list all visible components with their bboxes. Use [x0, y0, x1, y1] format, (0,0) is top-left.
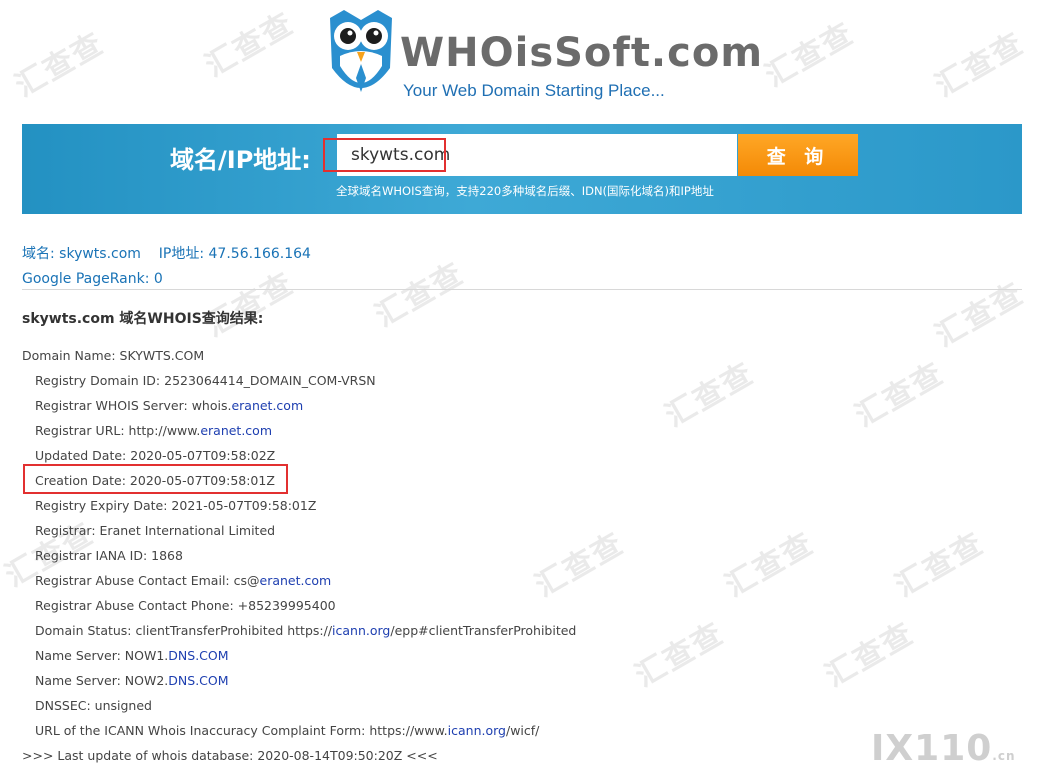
search-button[interactable]: 查 询	[738, 134, 858, 176]
watermark: 汇查查	[199, 5, 301, 85]
whois-line: Registrar WHOIS Server: whois.eranet.com	[22, 393, 576, 418]
whois-text: URL of the ICANN Whois Inaccuracy Compla…	[35, 723, 448, 738]
whois-line: URL of the ICANN Whois Inaccuracy Compla…	[22, 718, 576, 743]
result-title: skywts.com 域名WHOIS查询结果:	[22, 311, 264, 327]
whois-line: Domain Name: SKYWTS.COM	[22, 348, 205, 363]
whois-line: Name Server: NOW1.DNS.COM	[22, 643, 576, 668]
ip-key: IP地址:	[158, 246, 205, 262]
whois-line: Registrar Abuse Contact Email: cs@eranet…	[22, 568, 576, 593]
whois-line: Domain Status: clientTransferProhibited …	[22, 618, 576, 643]
footer-logo: IX110.cn	[871, 728, 1016, 769]
whois-line: Registrar: Eranet International Limited	[35, 523, 276, 538]
owl-logo-icon	[330, 10, 392, 92]
domain-summary: 域名: skywts.com IP地址: 47.56.166.164 Googl…	[22, 242, 311, 292]
logo-tagline: Your Web Domain Starting Place...	[403, 81, 665, 100]
site-logo[interactable]: WHOisSoft.com Your Web Domain Starting P…	[326, 8, 762, 108]
whois-line: Registry Domain ID: 2523064414_DOMAIN_CO…	[35, 373, 376, 388]
logo-title: WHOisSoft.com	[400, 30, 763, 76]
whois-line: Name Server: NOW2.DNS.COM	[22, 668, 576, 693]
whois-link[interactable]: eranet.com	[260, 573, 332, 588]
search-label: 域名/IP地址:	[170, 146, 311, 174]
watermark: 汇查查	[759, 15, 861, 95]
ip-link[interactable]: 47.56.166.164	[209, 246, 311, 262]
whois-line: Updated Date: 2020-05-07T09:58:02Z	[35, 448, 276, 463]
whois-text: Registrar WHOIS Server: whois.	[35, 398, 232, 413]
domain-key: 域名:	[22, 246, 55, 262]
watermark: 汇查查	[659, 355, 761, 435]
footer-logo-main: IX110	[871, 728, 993, 769]
whois-text: Domain Status: clientTransferProhibited …	[35, 623, 333, 638]
whois-link[interactable]: icann.org	[332, 623, 390, 638]
whois-text: Registrar Abuse Contact Email: cs@	[35, 573, 260, 588]
whois-link[interactable]: DNS.COM	[168, 673, 228, 688]
watermark: 汇查查	[369, 255, 471, 335]
whois-line: DNSSEC: unsigned	[35, 698, 152, 713]
whois-link[interactable]: eranet.com	[200, 423, 272, 438]
domain-link[interactable]: skywts.com	[59, 246, 141, 262]
watermark: 汇查查	[9, 25, 111, 105]
whois-record: Domain Name: SKYWTS.COM Registry Domain …	[22, 343, 576, 768]
search-banner: 域名/IP地址: 查 询 全球域名WHOIS查询，支持220多种域名后缀、IDN…	[22, 124, 1022, 214]
whois-line: Registrar Abuse Contact Phone: +85239995…	[35, 598, 336, 613]
domain-search-input[interactable]	[337, 134, 737, 176]
whois-link[interactable]: DNS.COM	[168, 648, 228, 663]
watermark: 汇查查	[819, 615, 921, 695]
watermark: 汇查查	[889, 525, 991, 605]
whois-text: Registrar URL: http://www.	[35, 423, 201, 438]
whois-text: /wicf/	[505, 723, 540, 738]
watermark: 汇查查	[719, 525, 821, 605]
search-description: 全球域名WHOIS查询，支持220多种域名后缀、IDN(国际化域名)和IP地址	[336, 184, 714, 198]
creation-date-line: Creation Date: 2020-05-07T09:58:01Z	[35, 473, 275, 488]
watermark: 汇查查	[849, 355, 951, 435]
whois-line: Registrar URL: http://www.eranet.com	[22, 418, 576, 443]
whois-line: >>> Last update of whois database: 2020-…	[22, 748, 438, 763]
whois-line: Registrar IANA ID: 1868	[35, 548, 183, 563]
watermark: 汇查查	[929, 25, 1031, 105]
whois-line: Registry Expiry Date: 2021-05-07T09:58:0…	[35, 498, 317, 513]
divider	[22, 289, 1022, 290]
whois-text: Name Server: NOW1.	[35, 648, 169, 663]
whois-text: Name Server: NOW2.	[35, 673, 169, 688]
footer-logo-suffix: .cn	[992, 749, 1016, 763]
whois-link[interactable]: eranet.com	[231, 398, 303, 413]
watermark: 汇查查	[929, 275, 1031, 355]
whois-text: /epp#clientTransferProhibited	[390, 623, 577, 638]
watermark: 汇查查	[629, 615, 731, 695]
whois-link[interactable]: icann.org	[448, 723, 506, 738]
